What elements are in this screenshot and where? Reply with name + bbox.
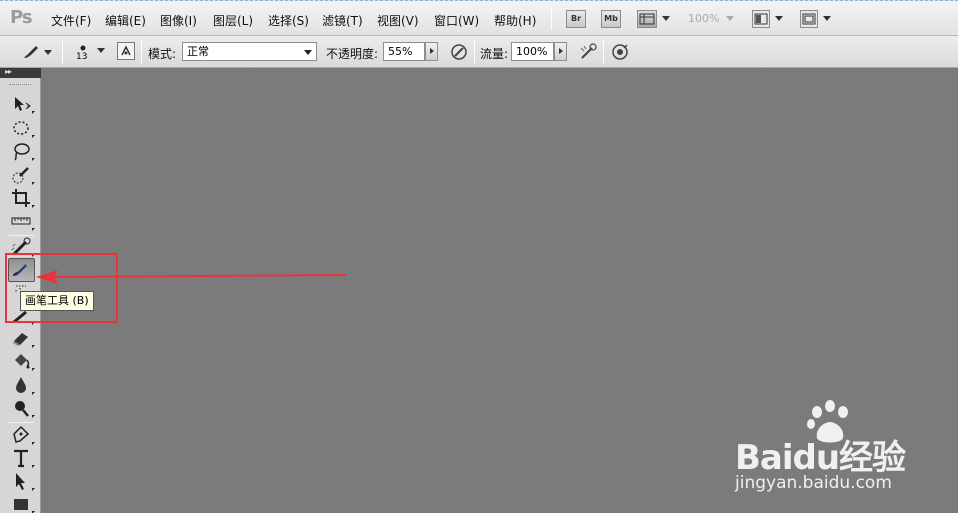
menu-separator <box>551 8 552 30</box>
menu-bar: Ps 文件(F) 编辑(E) 图像(I) 图层(L) 选择(S) 滤镜(T) 视… <box>0 0 958 36</box>
opacity-pressure-icon[interactable] <box>449 42 469 62</box>
extras-icon[interactable] <box>637 10 657 28</box>
mode-dropdown-icon <box>304 50 312 55</box>
shape-tool[interactable] <box>10 493 32 513</box>
zoom-dropdown-icon[interactable] <box>726 16 734 21</box>
options-separator <box>474 40 475 64</box>
eraser-icon <box>13 333 28 346</box>
type-tool[interactable] <box>10 447 32 469</box>
options-separator <box>62 40 63 64</box>
mode-label: 模式: <box>148 47 177 61</box>
pen-icon <box>13 425 30 443</box>
mode-value: 正常 <box>187 45 209 58</box>
watermark-url: jingyan.baidu.com <box>735 473 892 493</box>
arrow-icon <box>16 473 25 490</box>
mini-bridge-button[interactable]: Mb <box>601 10 621 28</box>
brush-panel-icon[interactable] <box>117 42 135 60</box>
menu-filter[interactable]: 滤镜(T) <box>322 12 363 29</box>
lasso-tool[interactable] <box>10 140 32 162</box>
ruler-tool[interactable] <box>10 210 32 232</box>
menu-select[interactable]: 选择(S) <box>268 12 309 29</box>
screen-mode-dropdown-icon[interactable] <box>823 16 831 21</box>
quick-select-tool[interactable] <box>10 164 32 186</box>
brush-tip-icon[interactable] <box>76 41 90 51</box>
flow-input[interactable]: 100% <box>511 42 554 61</box>
path-select-tool[interactable] <box>10 470 32 492</box>
arrange-documents-icon[interactable] <box>752 10 770 28</box>
mode-select[interactable]: 正常 <box>182 42 317 61</box>
crop-icon <box>12 189 30 207</box>
extras-dropdown-icon[interactable] <box>662 16 670 21</box>
lasso-icon <box>14 143 30 161</box>
size-pressure-icon[interactable] <box>610 42 630 62</box>
menu-edit[interactable]: 编辑(E) <box>105 12 146 29</box>
tool-tooltip: 画笔工具 (B) <box>20 291 94 311</box>
quick-select-icon <box>12 167 29 184</box>
move-icon <box>15 97 31 111</box>
menu-window[interactable]: 窗口(W) <box>434 12 479 29</box>
tool-preset-dropdown-icon[interactable] <box>44 50 52 55</box>
drop-icon <box>16 377 26 393</box>
options-bar: 13 模式: 正常 不透明度: 55% 流量: 100% <box>0 36 958 68</box>
highlight-box <box>5 253 118 323</box>
blur-tool[interactable] <box>10 374 32 396</box>
opacity-input[interactable]: 55% <box>383 42 425 61</box>
dodge-tool[interactable] <box>10 397 32 419</box>
menu-layer[interactable]: 图层(L) <box>213 12 253 29</box>
brush-size: 13 <box>76 52 88 62</box>
flow-slider-toggle[interactable] <box>554 42 567 61</box>
annotation-arrow-icon <box>36 270 347 284</box>
options-separator <box>141 40 142 64</box>
opacity-slider-toggle[interactable] <box>425 42 438 61</box>
rectangle-icon <box>14 499 28 510</box>
move-tool[interactable] <box>10 93 32 115</box>
menu-view[interactable]: 视图(V) <box>377 12 419 29</box>
paint-bucket-tool[interactable] <box>10 350 32 372</box>
toolbox-grip[interactable] <box>9 84 31 87</box>
ellipse-marquee-icon <box>13 121 29 135</box>
arrange-dropdown-icon[interactable] <box>775 16 783 21</box>
eraser-tool[interactable] <box>10 327 32 349</box>
screen-mode-icon[interactable] <box>800 10 818 28</box>
zoom-level[interactable]: 100% <box>688 12 719 25</box>
menu-file[interactable]: 文件(F) <box>51 12 91 29</box>
brush-picker-dropdown-icon[interactable] <box>97 48 105 53</box>
toolbox-header[interactable]: ▸▸ <box>0 67 41 78</box>
dodge-icon <box>15 401 29 417</box>
marquee-tool[interactable] <box>10 117 32 139</box>
pen-tool[interactable] <box>10 424 32 446</box>
opacity-label: 不透明度: <box>326 47 379 61</box>
options-separator <box>603 40 604 64</box>
watermark-main-text: Baidu经验 <box>735 438 906 478</box>
toolbox-divider <box>8 422 34 423</box>
baidu-watermark: Baidu经验 jingyan.baidu.com <box>735 400 915 495</box>
crop-tool[interactable] <box>10 187 32 209</box>
menu-help[interactable]: 帮助(H) <box>494 12 536 29</box>
flow-label: 流量: <box>480 47 509 61</box>
bridge-button[interactable]: Br <box>566 10 586 28</box>
type-icon <box>14 449 28 468</box>
airbrush-icon[interactable] <box>578 42 598 62</box>
collapse-icon[interactable]: ▸▸ <box>5 67 12 76</box>
menu-image[interactable]: 图像(I) <box>160 12 197 29</box>
tool-preset-icon[interactable] <box>20 41 40 61</box>
app-logo: Ps <box>10 7 33 28</box>
bucket-icon <box>15 354 30 369</box>
ruler-icon <box>11 217 31 225</box>
